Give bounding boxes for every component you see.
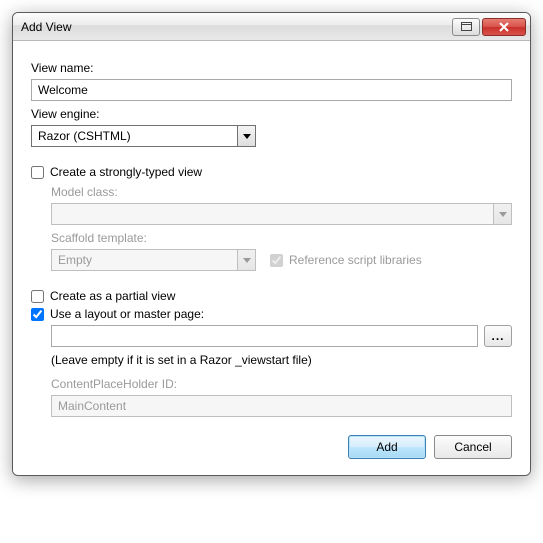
layout-path-input[interactable]	[51, 325, 478, 347]
chevron-down-icon	[243, 258, 251, 263]
dialog-window: Add View View name: View engine: Razor (…	[12, 12, 531, 476]
chevron-down-icon	[243, 134, 251, 139]
window-title: Add View	[21, 20, 452, 34]
strongly-typed-row: Create a strongly-typed view	[31, 165, 512, 179]
view-engine-value: Razor (CSHTML)	[32, 126, 237, 146]
strongly-typed-label: Create a strongly-typed view	[50, 165, 202, 179]
partial-view-row: Create as a partial view	[31, 289, 512, 303]
view-engine-label: View engine:	[31, 107, 512, 121]
partial-view-checkbox[interactable]	[31, 290, 44, 303]
partial-view-label: Create as a partial view	[50, 289, 175, 303]
reference-scripts-checkbox	[270, 254, 283, 267]
strongly-typed-checkbox[interactable]	[31, 166, 44, 179]
add-button[interactable]: Add	[348, 435, 426, 459]
cancel-button[interactable]: Cancel	[434, 435, 512, 459]
model-class-value	[52, 204, 493, 224]
use-layout-label: Use a layout or master page:	[50, 307, 204, 321]
dialog-footer: Add Cancel	[31, 435, 512, 459]
strongly-typed-group: Model class: Scaffold template: Empty Re…	[51, 185, 512, 271]
maximize-icon	[461, 22, 472, 31]
layout-hint: (Leave empty if it is set in a Razor _vi…	[51, 353, 512, 367]
titlebar[interactable]: Add View	[13, 13, 530, 41]
reference-scripts-label: Reference script libraries	[289, 253, 422, 267]
close-button[interactable]	[482, 18, 526, 36]
use-layout-checkbox[interactable]	[31, 308, 44, 321]
view-name-input[interactable]	[31, 79, 512, 101]
view-name-label: View name:	[31, 61, 512, 75]
layout-group: ... (Leave empty if it is set in a Razor…	[51, 325, 512, 417]
chevron-down-icon	[499, 212, 507, 217]
model-class-dropdown-button	[493, 204, 511, 224]
model-class-label: Model class:	[51, 185, 512, 199]
model-class-combo	[51, 203, 512, 225]
reference-scripts-row: Reference script libraries	[270, 253, 422, 267]
scaffold-template-combo: Empty	[51, 249, 256, 271]
close-icon	[498, 22, 510, 32]
scaffold-template-label: Scaffold template:	[51, 231, 512, 245]
scaffold-template-value: Empty	[52, 250, 237, 270]
view-engine-combo[interactable]: Razor (CSHTML)	[31, 125, 256, 147]
scaffold-template-dropdown-button	[237, 250, 255, 270]
content-placeholder-label: ContentPlaceHolder ID:	[51, 377, 512, 391]
view-engine-dropdown-button[interactable]	[237, 126, 255, 146]
window-controls	[452, 18, 526, 36]
dialog-body: View name: View engine: Razor (CSHTML) C…	[13, 41, 530, 475]
use-layout-row: Use a layout or master page:	[31, 307, 512, 321]
browse-layout-button[interactable]: ...	[484, 325, 512, 347]
maximize-button[interactable]	[452, 18, 480, 36]
content-placeholder-input	[51, 395, 512, 417]
